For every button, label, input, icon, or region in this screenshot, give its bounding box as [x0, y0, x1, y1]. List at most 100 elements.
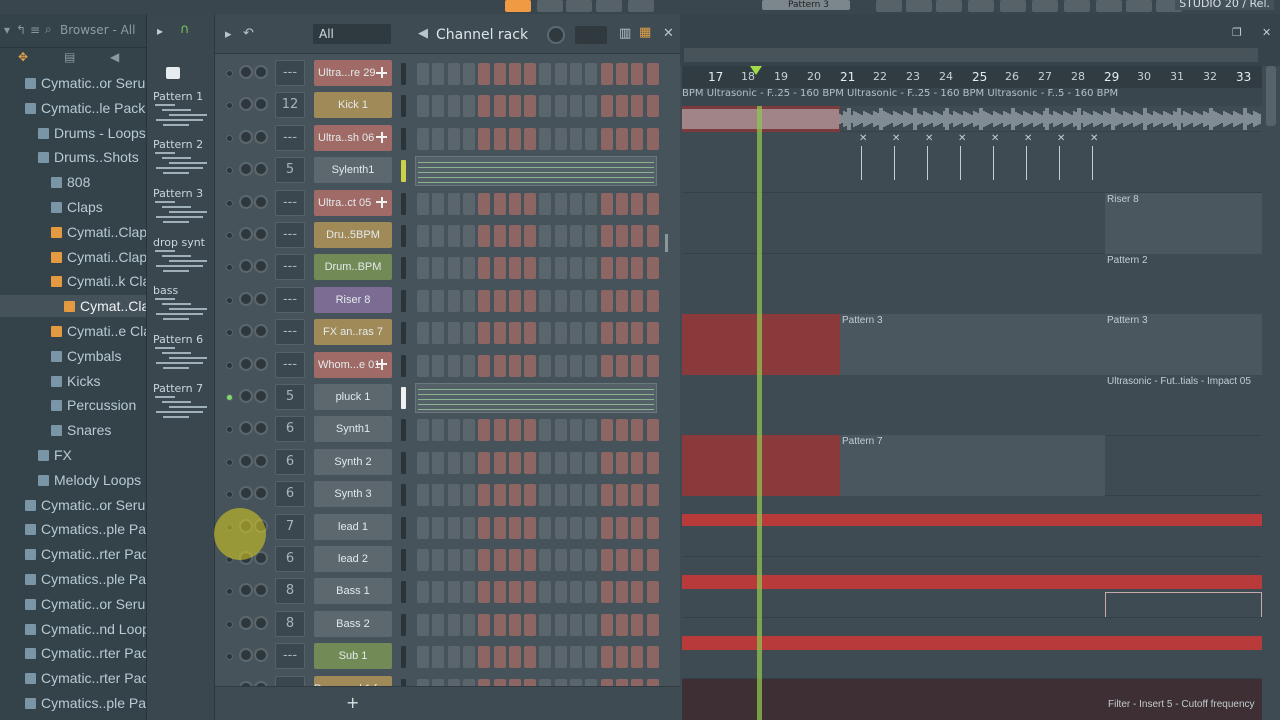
- pan-knob[interactable]: [239, 65, 253, 79]
- step-button[interactable]: [646, 322, 659, 345]
- mixer-track-field[interactable]: ---: [275, 124, 305, 151]
- step-button[interactable]: [508, 127, 521, 150]
- speaker-icon[interactable]: ◀: [110, 50, 119, 64]
- track-impact[interactable]: Ultrasonic - Fut..tials - Impact 05: [682, 375, 1262, 436]
- close-icon[interactable]: ✕: [1262, 26, 1271, 39]
- step-button[interactable]: [615, 419, 628, 442]
- step-button[interactable]: [570, 354, 582, 377]
- step-button[interactable]: [447, 516, 460, 539]
- volume-knob[interactable]: [254, 227, 268, 241]
- channel-select-bar[interactable]: [401, 160, 406, 183]
- track-percussion[interactable]: ✕ ✕ ✕ ✕ ✕ ✕ ✕ ✕: [682, 132, 1262, 193]
- step-button[interactable]: [508, 484, 521, 507]
- step-button[interactable]: [447, 646, 460, 669]
- volume-knob[interactable]: [254, 615, 268, 630]
- restore-icon[interactable]: ❐: [1232, 26, 1242, 39]
- step-button[interactable]: [478, 225, 491, 247]
- volume-knob[interactable]: [254, 259, 268, 274]
- step-button[interactable]: [554, 127, 567, 150]
- step-button[interactable]: [600, 549, 613, 571]
- step-button[interactable]: [600, 613, 613, 636]
- step-button[interactable]: [585, 225, 598, 247]
- step-button[interactable]: [600, 451, 613, 474]
- step-button[interactable]: [585, 484, 598, 507]
- step-button[interactable]: [417, 257, 429, 280]
- step-button[interactable]: [447, 322, 460, 345]
- step-button[interactable]: [462, 127, 475, 150]
- channel-row[interactable]: --- Dru..5BPM: [215, 220, 680, 252]
- channel-select-bar[interactable]: [401, 289, 406, 312]
- snap-icon[interactable]: ✥: [18, 50, 28, 64]
- step-button[interactable]: [508, 257, 521, 280]
- step-button[interactable]: [554, 225, 567, 247]
- playhead[interactable]: [757, 106, 762, 720]
- channel-mute-led[interactable]: [226, 199, 233, 207]
- step-button[interactable]: [615, 63, 628, 85]
- tool-button-2[interactable]: [906, 0, 932, 12]
- play-arrow-icon[interactable]: ▸: [225, 27, 232, 42]
- channel-mute-led[interactable]: [226, 296, 233, 304]
- step-button[interactable]: [524, 549, 537, 571]
- clip-bass-red[interactable]: [682, 575, 1262, 589]
- channel-name-button[interactable]: Synth 3: [314, 481, 392, 508]
- step-button[interactable]: [508, 419, 521, 442]
- step-button[interactable]: [524, 95, 537, 118]
- tool-button-4[interactable]: [968, 0, 994, 12]
- loop-button[interactable]: [596, 0, 622, 12]
- step-button[interactable]: [554, 581, 567, 604]
- step-button[interactable]: [646, 289, 659, 312]
- channel-row[interactable]: --- Ultra..ct 05: [215, 188, 680, 220]
- step-button[interactable]: [631, 192, 644, 215]
- step-button[interactable]: [600, 289, 613, 312]
- step-button[interactable]: [493, 451, 506, 474]
- step-button[interactable]: [554, 95, 567, 118]
- slice-marker-icon[interactable]: ✕: [1090, 133, 1098, 144]
- step-button[interactable]: [417, 354, 429, 377]
- step-button[interactable]: [478, 63, 491, 85]
- mixer-track-field[interactable]: ---: [275, 319, 305, 346]
- step-button[interactable]: [493, 63, 506, 85]
- pan-knob[interactable]: [239, 615, 253, 630]
- step-button[interactable]: [462, 581, 475, 604]
- volume-knob[interactable]: [254, 583, 268, 598]
- volume-knob[interactable]: [254, 65, 268, 79]
- channel-select-bar[interactable]: [401, 451, 406, 474]
- channel-select-bar[interactable]: [401, 484, 406, 507]
- step-button[interactable]: [478, 613, 491, 636]
- browser-item[interactable]: Drums..Shots: [0, 146, 146, 168]
- step-button[interactable]: [417, 613, 429, 636]
- step-button[interactable]: [585, 257, 598, 280]
- track-riser[interactable]: Riser 8: [682, 193, 1262, 254]
- step-button[interactable]: [417, 127, 429, 150]
- track-bass[interactable]: [682, 557, 1262, 618]
- step-button[interactable]: [432, 419, 445, 442]
- mixer-track-field[interactable]: ---: [275, 222, 305, 248]
- pattern-selector[interactable]: Pattern 3: [762, 0, 850, 10]
- step-button[interactable]: [432, 95, 445, 118]
- browser-item[interactable]: Melody Loops: [0, 469, 146, 491]
- volume-knob[interactable]: [254, 129, 268, 144]
- step-button[interactable]: [462, 192, 475, 215]
- slice-marker-icon[interactable]: ✕: [859, 133, 867, 144]
- step-button[interactable]: [631, 225, 644, 247]
- step-button[interactable]: [462, 225, 475, 247]
- step-button[interactable]: [524, 581, 537, 604]
- browser-item[interactable]: Cymat..Clap: [0, 295, 146, 318]
- step-button[interactable]: [585, 127, 598, 150]
- step-button[interactable]: [554, 289, 567, 312]
- step-button[interactable]: [432, 484, 445, 507]
- channel-mute-led[interactable]: [226, 361, 233, 369]
- channel-mute-led[interactable]: [226, 653, 233, 661]
- step-button[interactable]: [600, 63, 613, 85]
- channel-name-button[interactable]: Ultra..ct 05: [314, 189, 392, 216]
- channel-mute-led[interactable]: [226, 588, 233, 596]
- step-button[interactable]: [478, 322, 491, 345]
- clip-bass-outline[interactable]: [1105, 592, 1262, 617]
- step-button[interactable]: [539, 549, 552, 571]
- step-button[interactable]: [493, 127, 506, 150]
- channel-row[interactable]: 8 Bass 2: [215, 609, 680, 641]
- step-button[interactable]: [508, 95, 521, 118]
- step-button[interactable]: [508, 646, 521, 669]
- browser-item[interactable]: Cymatic..or Serum: [0, 494, 146, 516]
- pan-knob[interactable]: [239, 389, 253, 403]
